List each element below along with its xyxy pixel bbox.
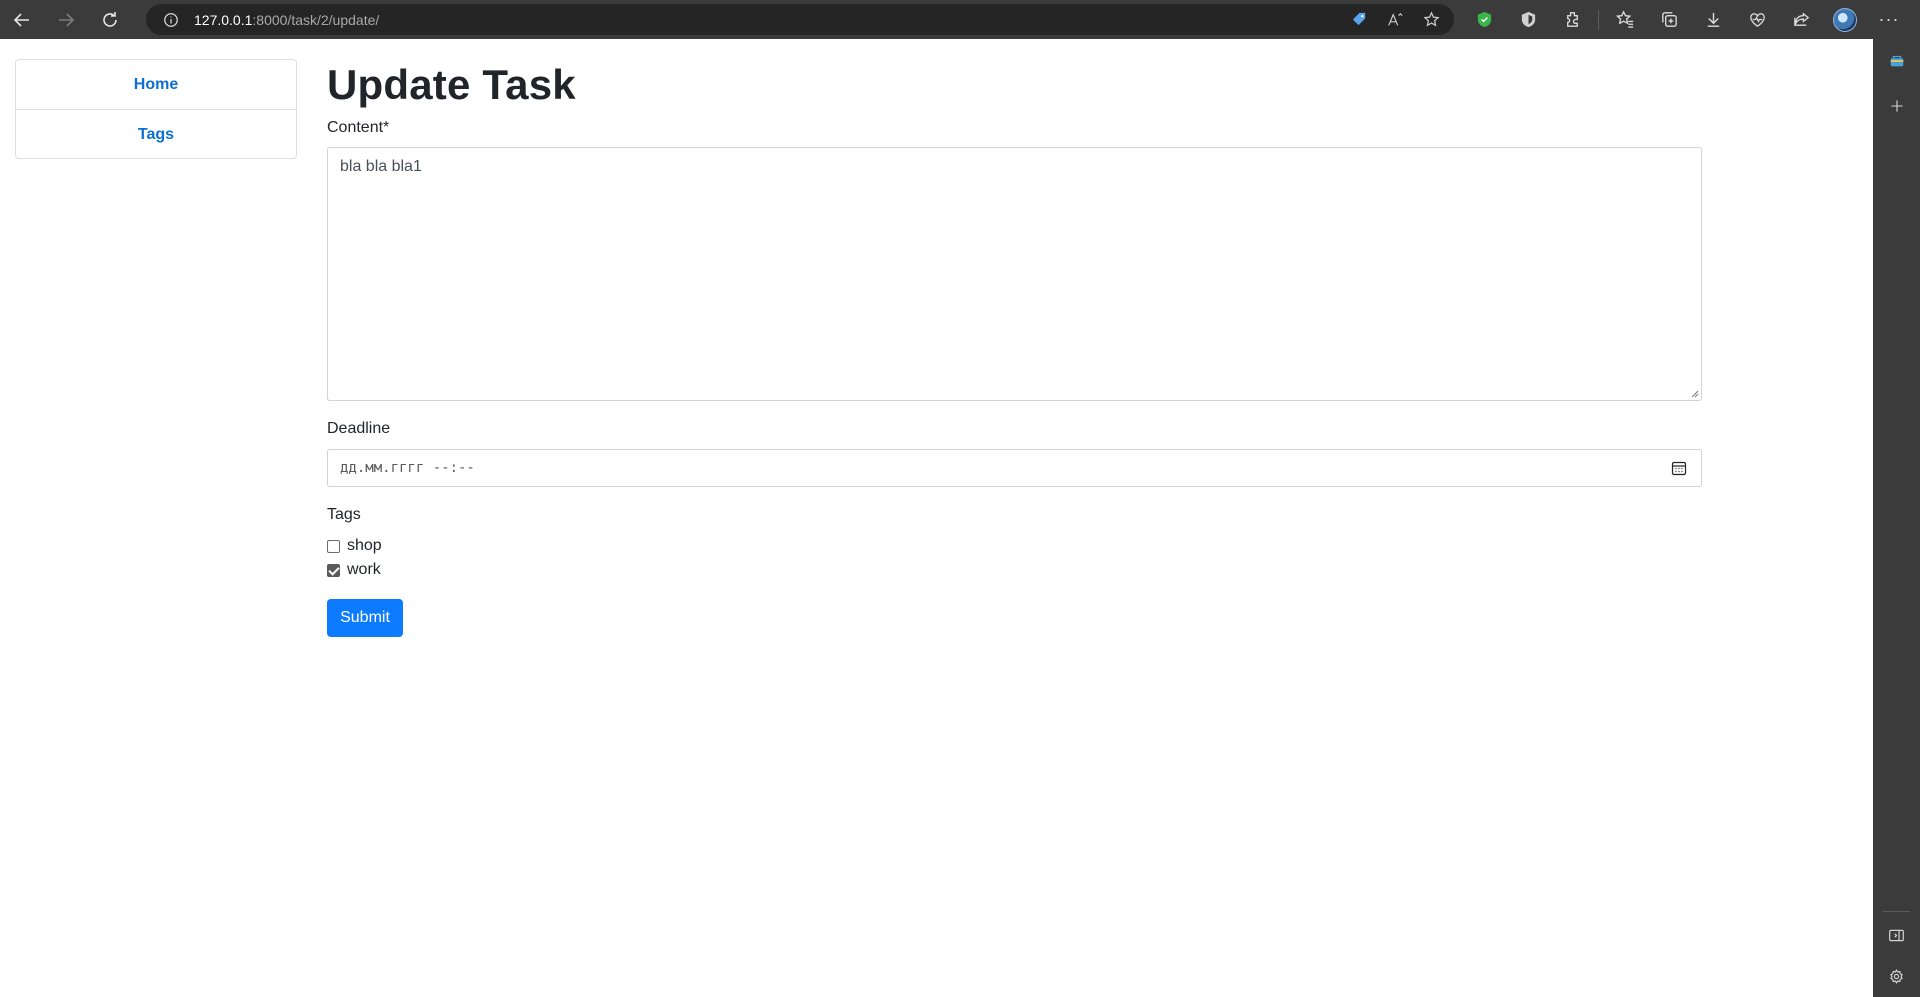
reload-button[interactable] [88, 0, 132, 39]
browser-essentials-icon[interactable] [1735, 0, 1779, 39]
page-viewport: Home Tags Update Task Content* bla bla b… [0, 39, 1873, 997]
shield-extension-icon[interactable] [1506, 0, 1550, 39]
tag-option-work[interactable]: work [327, 561, 381, 579]
url-host: 127.0.0.1 [194, 11, 253, 28]
read-aloud-icon[interactable] [1380, 5, 1410, 35]
hide-sidebar-icon[interactable] [1873, 915, 1920, 955]
profile-button[interactable] [1823, 0, 1867, 39]
deadline-placeholder: дд.мм.гггг --:-- [340, 460, 475, 476]
browser-toolbar: 127.0.0.1:8000/task/2/update/ ··· [0, 0, 1920, 39]
content-label: Content* [327, 119, 390, 136]
content-textarea[interactable]: bla bla bla1 [327, 147, 1702, 401]
forward-button[interactable] [44, 0, 88, 39]
collections-icon[interactable] [1647, 0, 1691, 39]
sidebar-nav: Home Tags [15, 59, 297, 159]
reload-icon [103, 11, 117, 27]
more-icon: ··· [1878, 9, 1900, 29]
extensions-icon[interactable] [1550, 0, 1594, 39]
browser-side-panel [1873, 39, 1920, 997]
add-favorite-icon[interactable] [1416, 5, 1446, 35]
submit-button[interactable]: Submit [327, 599, 403, 637]
back-button[interactable] [0, 0, 44, 39]
shield-green-extension-icon[interactable] [1462, 0, 1506, 39]
tag-option-shop[interactable]: shop [327, 537, 382, 555]
shopping-icon[interactable] [1873, 41, 1920, 81]
deadline-datetime-input[interactable]: дд.мм.гггг --:-- [327, 449, 1702, 487]
add-sidebar-app-icon[interactable] [1873, 86, 1920, 126]
tag-work-checkbox[interactable] [327, 563, 340, 577]
nav-link-tags[interactable]: Tags [16, 109, 296, 158]
side-panel-divider [1883, 911, 1910, 912]
share-icon[interactable] [1779, 0, 1823, 39]
downloads-icon[interactable] [1691, 0, 1735, 39]
coupon-tag-icon[interactable] [1344, 5, 1374, 35]
settings-gear-icon[interactable] [1873, 956, 1920, 996]
tag-shop-checkbox[interactable] [327, 539, 340, 553]
resize-grip-icon[interactable] [1689, 388, 1699, 398]
tag-work-label: work [347, 561, 381, 578]
tag-shop-label: shop [347, 537, 382, 554]
nav-link-home[interactable]: Home [16, 60, 296, 109]
site-info-icon[interactable] [162, 11, 180, 29]
forward-arrow-icon [59, 12, 75, 27]
toolbar-divider [1598, 9, 1599, 30]
calendar-icon[interactable] [1671, 460, 1687, 476]
favorites-icon[interactable] [1603, 0, 1647, 39]
address-bar[interactable]: 127.0.0.1:8000/task/2/update/ [146, 4, 1454, 35]
content-text: bla bla bla1 [340, 158, 422, 175]
url-path: :8000/task/2/update/ [252, 11, 380, 28]
tags-label: Tags [327, 506, 361, 523]
back-arrow-icon [13, 12, 29, 27]
avatar [1833, 7, 1857, 32]
more-menu-button[interactable]: ··· [1867, 0, 1911, 39]
deadline-label: Deadline [327, 420, 391, 437]
url-text[interactable]: 127.0.0.1:8000/task/2/update/ [194, 12, 379, 28]
page-title: Update Task [327, 61, 576, 108]
